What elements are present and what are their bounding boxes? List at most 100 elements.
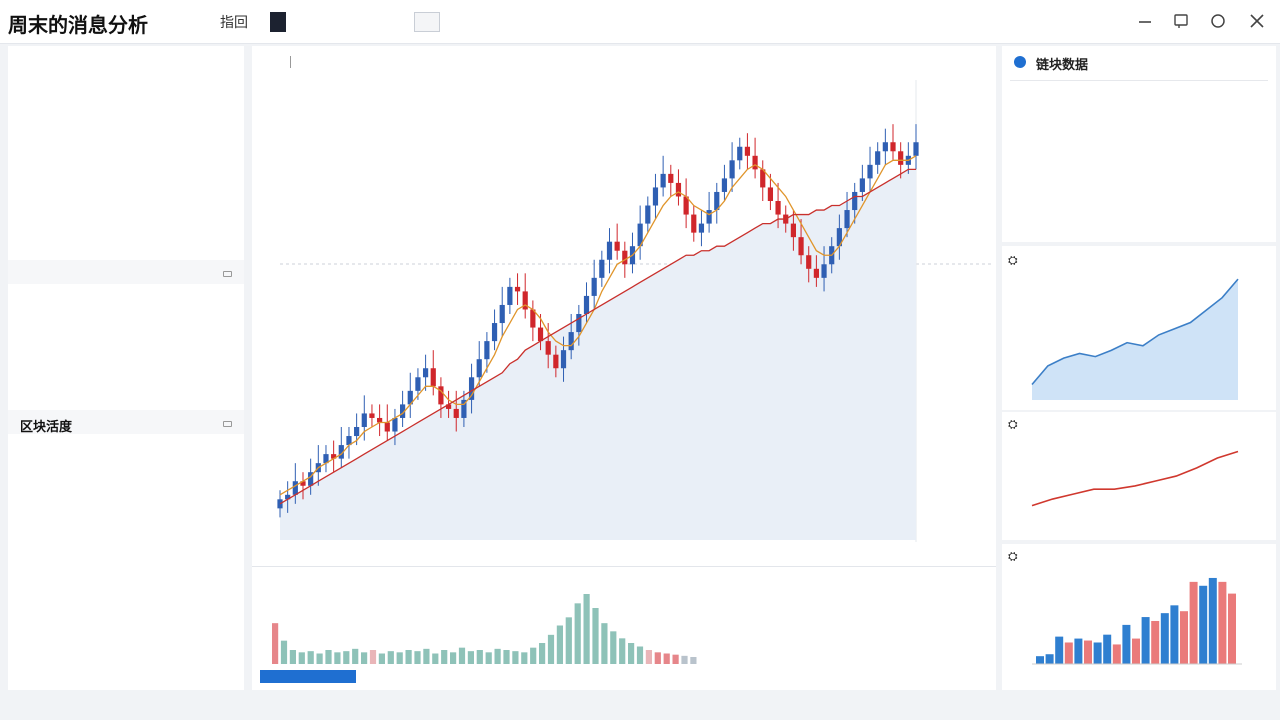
volume-bar [325, 650, 332, 664]
collapse-icon[interactable] [223, 271, 232, 277]
list-item[interactable] [28, 536, 236, 556]
candle [721, 178, 728, 192]
list-item[interactable] [28, 189, 236, 209]
area-chart [1031, 278, 1239, 400]
table-row[interactable] [1016, 160, 1262, 180]
bar [1093, 642, 1102, 664]
list-item[interactable] [28, 456, 236, 476]
volume-bar [458, 647, 466, 664]
candle [821, 264, 827, 278]
list-item[interactable] [28, 288, 236, 308]
list-item[interactable] [28, 596, 236, 616]
minimize-icon[interactable] [1134, 10, 1156, 32]
close-icon[interactable] [1246, 10, 1268, 32]
candle [691, 214, 697, 233]
candle [675, 182, 682, 197]
collapse-icon[interactable] [223, 421, 232, 427]
volume-range-button[interactable] [260, 670, 356, 683]
candle [806, 255, 812, 269]
list-item[interactable] [28, 576, 236, 596]
left-panel: 区块活度 [8, 46, 244, 690]
bar [1036, 656, 1044, 664]
candle [890, 142, 896, 152]
restore-icon[interactable] [1170, 10, 1192, 32]
volume-bar [512, 651, 519, 664]
candle [606, 241, 613, 260]
list-item[interactable] [28, 169, 236, 189]
candle [882, 142, 888, 152]
candle [599, 259, 605, 278]
tab-2-active[interactable] [270, 12, 286, 32]
list-item[interactable] [28, 89, 236, 109]
list-item[interactable] [28, 209, 236, 229]
list-item[interactable] [28, 69, 236, 89]
volume-bar [521, 652, 528, 664]
candle [729, 160, 735, 179]
tab-0[interactable] [155, 12, 159, 32]
candle [354, 427, 360, 437]
line-chart [1031, 450, 1239, 507]
list-item[interactable] [28, 368, 236, 388]
list-item[interactable] [28, 636, 236, 656]
right-panel-title: 链块数据 [1036, 57, 1089, 72]
candle [384, 422, 390, 432]
bar [1199, 585, 1208, 664]
bar [1112, 644, 1121, 664]
tab-3[interactable] [336, 12, 340, 32]
line-chart-panel: ⛭ [1002, 412, 1276, 540]
volume-bar [405, 650, 412, 664]
volume-bar [503, 650, 510, 664]
table-row[interactable] [1016, 184, 1262, 204]
volume-chart [272, 594, 697, 664]
table-row[interactable] [1016, 86, 1262, 106]
volume-bar [583, 594, 590, 664]
bar [1074, 638, 1083, 664]
volume-bar [334, 652, 341, 664]
volume-bar [547, 634, 555, 664]
list-item[interactable] [28, 476, 236, 496]
list-item[interactable] [28, 129, 236, 149]
candle [614, 241, 620, 251]
list-item[interactable] [28, 656, 236, 676]
list-item[interactable] [28, 516, 236, 536]
bar [1055, 636, 1064, 664]
table-row[interactable] [1016, 209, 1262, 229]
area-chart-panel: ⛭ [1002, 246, 1276, 410]
bar [1218, 581, 1227, 664]
list-item[interactable] [28, 436, 236, 456]
bar [1170, 605, 1179, 664]
candle [491, 323, 498, 342]
tab-1[interactable]: 指回 [218, 12, 250, 32]
list-item[interactable] [28, 388, 236, 408]
table-row[interactable] [1016, 111, 1262, 131]
tab-4[interactable] [414, 12, 440, 32]
right-table-panel: 链块数据 [1002, 46, 1276, 242]
gauge-icon: ⛭ [1008, 549, 1018, 563]
list-item[interactable] [28, 229, 236, 249]
divider [1010, 80, 1268, 81]
volume-bar [387, 651, 394, 664]
candlestick-chart[interactable] [252, 70, 996, 614]
bar [1160, 613, 1169, 664]
table-row[interactable] [1016, 135, 1262, 155]
list-item[interactable] [28, 556, 236, 576]
volume-bar [690, 657, 697, 664]
bar [1189, 581, 1198, 664]
circle-icon[interactable] [1207, 10, 1229, 32]
list-item[interactable] [28, 149, 236, 169]
list-item[interactable] [28, 496, 236, 516]
candle [292, 481, 298, 495]
list-item[interactable] [28, 109, 236, 129]
volume-bar [681, 655, 688, 664]
divider [252, 566, 996, 567]
volume-bar [601, 623, 608, 664]
bar-chart [1032, 577, 1242, 665]
list-item[interactable] [28, 328, 236, 348]
list-item[interactable] [28, 348, 236, 368]
candle [277, 499, 283, 509]
list-item[interactable] [28, 616, 236, 636]
volume-bar [272, 623, 279, 664]
volume-bar [592, 608, 599, 664]
list-item[interactable] [28, 308, 236, 328]
candle [583, 295, 590, 314]
